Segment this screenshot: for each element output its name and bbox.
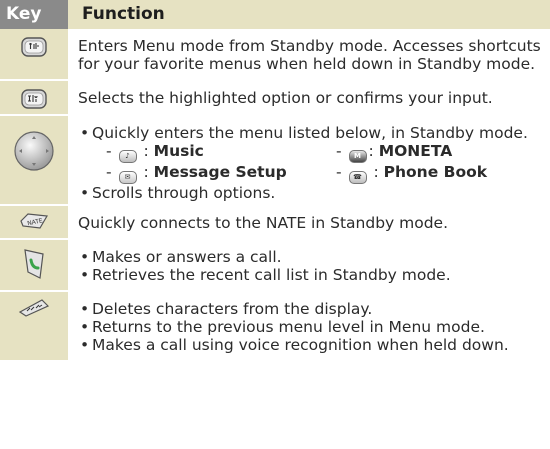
table-row: • Makes or answers a call. • Retrieves the… — [0, 239, 550, 292]
key-function-table: Key Function Enters Menu mode from Stand… — [0, 0, 550, 362]
shortcut-moneta: - M: MONETA — [336, 142, 452, 163]
shortcut-list: - ♪ : Music - M: MONETA - ✉: Message Se… — [92, 142, 546, 184]
function-cell: Quickly connects to the NATE in Standby … — [68, 205, 550, 240]
table-row: NATE Quickly connects to the NATE in Sta… — [0, 205, 550, 240]
key-cell — [0, 80, 68, 116]
list-item: • Deletes characters from the display. — [80, 300, 373, 318]
function-cell: Enters Menu mode from Standby mode. Acce… — [68, 29, 550, 81]
moneta-key-icon: M — [348, 150, 367, 163]
navigation-bullet-list: • Quickly enters the menu listed below, … — [78, 124, 546, 202]
key-cell — [0, 291, 68, 362]
function-cell: • Quickly enters the menu listed below, … — [68, 115, 550, 206]
menu-key-icon — [21, 37, 47, 57]
function-cell: Selects the highlighted option or confir… — [68, 80, 550, 116]
table-row: Selects the highlighted option or confir… — [0, 80, 550, 116]
list-item: • Makes or answers a call. — [80, 248, 282, 266]
cancel-key-icon — [18, 299, 50, 317]
phonebook-key-icon: ☎ — [348, 171, 367, 184]
shortcut-message-setup: - ✉ : Message Setup — [106, 163, 336, 184]
list-item: • Quickly enters the menu listed below, … — [78, 124, 546, 184]
key-cell — [0, 29, 68, 81]
key-cell — [0, 239, 68, 292]
key-cell — [0, 115, 68, 206]
shortcut-phone-book: - ☎ : Phone Book — [336, 163, 487, 184]
list-item: • Makes a call using voice recognition wh… — [80, 336, 509, 354]
shortcut-music: - ♪ : Music — [106, 142, 336, 163]
function-column-header: Function — [68, 0, 550, 29]
key-cell: NATE — [0, 205, 68, 240]
confirm-key-icon — [21, 89, 47, 109]
table-row: • Deletes characters from the display. • R… — [0, 291, 550, 362]
table-row: Enters Menu mode from Standby mode. Acce… — [0, 29, 550, 81]
send-key-icon — [24, 249, 44, 279]
navigation-key-icon — [14, 131, 54, 171]
list-item: • Returns to the previous menu level in M… — [80, 318, 485, 336]
music-key-icon: ♪ — [118, 150, 137, 163]
message-key-icon: ✉ — [118, 171, 137, 184]
table-row: • Quickly enters the menu listed below, … — [0, 115, 550, 206]
list-item: • Retrieves the recent call list in Stand… — [80, 266, 451, 284]
function-cell: • Makes or answers a call. • Retrieves the… — [68, 239, 550, 292]
table-header-row: Key Function — [0, 0, 550, 29]
nate-key-icon: NATE — [20, 213, 48, 229]
key-column-header: Key — [0, 0, 68, 29]
function-cell: • Deletes characters from the display. • R… — [68, 291, 550, 362]
list-item: • Scrolls through options. — [80, 184, 276, 202]
